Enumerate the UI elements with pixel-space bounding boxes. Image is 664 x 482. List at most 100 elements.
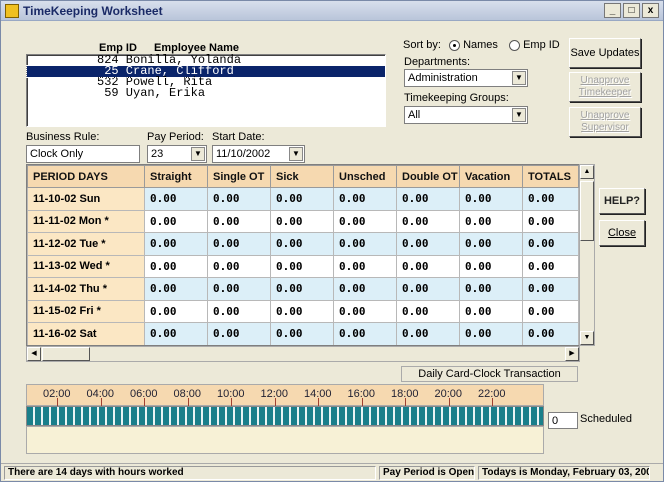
hours-cell[interactable]: 0.00 (333, 322, 397, 345)
hours-cell[interactable]: 0.00 (396, 254, 460, 278)
help-button[interactable]: HELP? (599, 188, 645, 214)
table-row[interactable]: 11-16-02 Sat 0.00 0.00 0.00 0.00 0.00 0.00 0.00 (27, 322, 579, 345)
table-row[interactable]: 11-15-02 Fri * 0.00 0.00 0.00 0.00 0.00 0.00 0.… (27, 299, 579, 323)
hours-cell[interactable]: 0.00 (522, 209, 579, 233)
hours-cell[interactable]: 0.00 (207, 299, 271, 323)
daily-card-clock-button[interactable]: Daily Card-Clock Transaction (401, 366, 578, 382)
grid-column-header[interactable]: Vacation (459, 165, 523, 188)
employee-list[interactable]: 824 Bonilla, Yolanda 25 Crane, Clifford 5… (26, 54, 386, 127)
hours-cell[interactable]: 0.00 (144, 322, 208, 345)
scroll-up-icon[interactable]: ▲ (580, 165, 594, 179)
hours-cell[interactable]: 0.00 (396, 209, 460, 233)
grid-column-header[interactable]: Single OT (207, 165, 271, 188)
sort-names-radio[interactable] (449, 39, 460, 51)
pay-period-select[interactable]: 23 ▼ (147, 145, 207, 163)
employee-list-item[interactable]: 59 Uyan, Erika (27, 87, 385, 99)
unapprove-timekeeper-button[interactable]: Unapprove Timekeeper (569, 72, 641, 102)
grid-column-header[interactable]: Double OT (396, 165, 460, 188)
table-row[interactable]: 11-10-02 Sun 0.00 0.00 0.00 0.00 0.00 0.00 0.00 (27, 187, 579, 211)
business-rule-field[interactable]: Clock Only (26, 145, 140, 163)
hours-cell[interactable]: 0.00 (522, 299, 579, 323)
grid-column-header[interactable]: Sick (270, 165, 334, 188)
close-window-button[interactable]: x (642, 3, 659, 18)
hours-cell[interactable]: 0.00 (396, 187, 460, 211)
hours-cell[interactable]: 0.00 (207, 232, 271, 256)
hours-cell[interactable]: 0.00 (270, 232, 334, 256)
hours-cell[interactable]: 0.00 (522, 277, 579, 301)
hours-cell[interactable]: 0.00 (333, 232, 397, 256)
hours-cell[interactable]: 0.00 (522, 322, 579, 345)
hours-cell[interactable]: 0.00 (270, 299, 334, 323)
close-button[interactable]: Close (599, 220, 645, 246)
hours-cell[interactable]: 0.00 (207, 277, 271, 301)
hours-cell[interactable]: 0.00 (270, 209, 334, 233)
hours-cell[interactable]: 0.00 (270, 254, 334, 278)
hours-cell[interactable]: 0.00 (459, 299, 523, 323)
hours-cell[interactable]: 0.00 (333, 187, 397, 211)
hours-grid[interactable]: PERIOD DAYS Straight Single OT Sick Unsched D… (26, 164, 580, 346)
scroll-thumb[interactable] (580, 181, 594, 241)
save-updates-button[interactable]: Save Updates (569, 38, 641, 68)
hours-cell[interactable]: 0.00 (396, 277, 460, 301)
employee-list-item[interactable]: 532 Powell, Rita (27, 76, 385, 88)
table-row[interactable]: 11-13-02 Wed * 0.00 0.00 0.00 0.00 0.00 0.00 0.… (27, 254, 579, 278)
grid-column-header[interactable]: TOTALS (522, 165, 579, 188)
hours-cell[interactable]: 0.00 (144, 254, 208, 278)
hours-cell[interactable]: 0.00 (144, 209, 208, 233)
sort-empid-radio[interactable] (509, 39, 520, 51)
scroll-down-icon[interactable]: ▼ (580, 331, 594, 345)
scroll-thumb-horizontal[interactable] (42, 347, 90, 361)
scroll-left-icon[interactable]: ◀ (27, 347, 41, 361)
grid-column-header[interactable]: Straight (144, 165, 208, 188)
table-row[interactable]: 11-14-02 Thu * 0.00 0.00 0.00 0.00 0.00 0.00 0.… (27, 277, 579, 301)
grid-column-header[interactable]: Unsched (333, 165, 397, 188)
hours-cell[interactable]: 0.00 (333, 254, 397, 278)
hours-cell[interactable]: 0.00 (207, 322, 271, 345)
hours-cell[interactable]: 0.00 (396, 299, 460, 323)
table-row[interactable]: 11-12-02 Tue * 0.00 0.00 0.00 0.00 0.00 0.00 0.… (27, 232, 579, 256)
grid-column-header[interactable]: PERIOD DAYS (27, 165, 145, 188)
table-row[interactable]: 11-11-02 Mon * 0.00 0.00 0.00 0.00 0.00 0.00 0.… (27, 209, 579, 233)
hours-cell[interactable]: 0.00 (333, 209, 397, 233)
scroll-right-icon[interactable]: ▶ (565, 347, 579, 361)
hours-cell[interactable]: 0.00 (144, 277, 208, 301)
chevron-down-icon[interactable]: ▼ (191, 147, 205, 161)
hours-cell[interactable]: 0.00 (459, 277, 523, 301)
chevron-down-icon[interactable]: ▼ (512, 108, 526, 122)
hours-cell[interactable]: 0.00 (396, 232, 460, 256)
hours-cell[interactable]: 0.00 (396, 322, 460, 345)
hours-cell[interactable]: 0.00 (459, 209, 523, 233)
maximize-button[interactable]: □ (623, 3, 640, 18)
unapprove-supervisor-button[interactable]: Unapprove Supervisor (569, 107, 641, 137)
chevron-down-icon[interactable]: ▼ (289, 147, 303, 161)
grid-vertical-scrollbar[interactable]: ▲ ▼ (579, 164, 595, 346)
chevron-down-icon[interactable]: ▼ (512, 71, 526, 85)
departments-select[interactable]: Administration ▼ (404, 69, 528, 87)
hours-cell[interactable]: 0.00 (207, 209, 271, 233)
hours-cell[interactable]: 0.00 (522, 232, 579, 256)
hours-cell[interactable]: 0.00 (270, 277, 334, 301)
hours-cell[interactable]: 0.00 (144, 299, 208, 323)
hours-cell[interactable]: 0.00 (270, 187, 334, 211)
hours-cell[interactable]: 0.00 (459, 254, 523, 278)
hours-cell[interactable]: 0.00 (144, 187, 208, 211)
hours-cell[interactable]: 0.00 (207, 187, 271, 211)
hours-cell[interactable]: 0.00 (522, 254, 579, 278)
hours-cell[interactable]: 0.00 (333, 277, 397, 301)
hours-cell[interactable]: 0.00 (333, 299, 397, 323)
sort-names-option[interactable]: Names (449, 39, 498, 51)
hours-cell[interactable]: 0.00 (144, 232, 208, 256)
grid-horizontal-scrollbar[interactable]: ◀ ▶ (26, 346, 580, 362)
start-date-picker[interactable]: 11/10/2002 ▼ (212, 145, 305, 163)
minimize-button[interactable]: _ (604, 3, 621, 18)
hours-cell[interactable]: 0.00 (459, 187, 523, 211)
hours-cell[interactable]: 0.00 (207, 254, 271, 278)
hours-cell[interactable]: 0.00 (522, 187, 579, 211)
hours-cell[interactable]: 0.00 (270, 322, 334, 345)
sort-empid-option[interactable]: Emp ID (509, 39, 560, 51)
hours-cell[interactable]: 0.00 (459, 232, 523, 256)
timekeeping-groups-select[interactable]: All ▼ (404, 106, 528, 124)
scheduled-field[interactable]: 0 (548, 412, 578, 429)
hours-cell[interactable]: 0.00 (459, 322, 523, 345)
timeline-transaction-bar[interactable] (26, 406, 544, 426)
